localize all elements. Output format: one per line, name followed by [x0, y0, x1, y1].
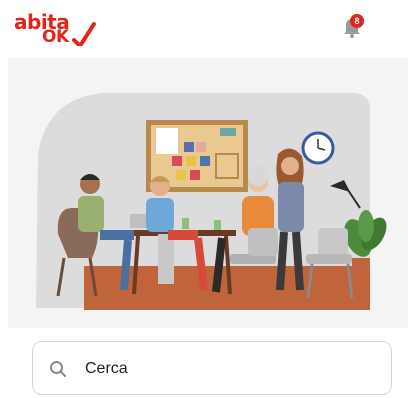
hero-illustration: [8, 58, 408, 328]
search-input[interactable]: [85, 356, 365, 382]
notification-count-badge: 8: [350, 14, 364, 28]
meeting-illustration: [36, 93, 387, 310]
app-header: abita OK 8: [0, 0, 408, 58]
search-bar[interactable]: [32, 341, 392, 395]
app-logo[interactable]: abita OK: [14, 12, 104, 48]
checkmark-icon: [72, 22, 96, 46]
logo-text-ok: OK: [42, 27, 69, 47]
notifications-button[interactable]: 8: [340, 14, 366, 42]
search-icon: [50, 361, 66, 377]
